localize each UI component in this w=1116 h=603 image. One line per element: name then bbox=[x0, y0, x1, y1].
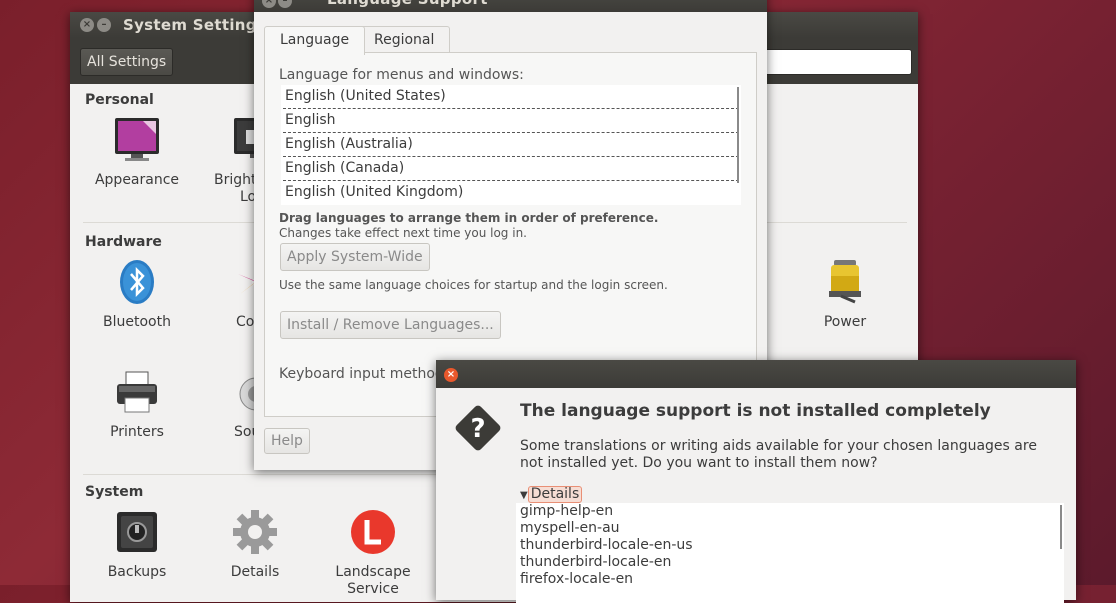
list-item[interactable]: English (United States) bbox=[283, 85, 739, 109]
dialog-title: The language support is not installed co… bbox=[520, 401, 991, 421]
appearance-icon bbox=[113, 116, 161, 164]
list-item[interactable]: English bbox=[283, 109, 739, 133]
bluetooth-icon bbox=[113, 258, 161, 306]
power-item[interactable]: Power bbox=[785, 258, 905, 331]
minimize-icon[interactable]: – bbox=[97, 18, 111, 32]
gear-icon bbox=[231, 508, 279, 556]
landscape-icon bbox=[349, 508, 397, 556]
list-item: gimp-help-en bbox=[520, 503, 614, 519]
question-icon: ? bbox=[454, 404, 502, 452]
scrollbar[interactable] bbox=[1060, 505, 1062, 549]
section-hardware: Hardware bbox=[85, 234, 162, 250]
bluetooth-item[interactable]: Bluetooth bbox=[77, 258, 197, 331]
help-button[interactable]: Help bbox=[264, 428, 310, 454]
sound-icon bbox=[232, 368, 256, 416]
all-settings-button[interactable]: All Settings bbox=[80, 48, 174, 76]
triangle-down-icon: ▼ bbox=[520, 490, 528, 501]
minimize-icon[interactable]: – bbox=[278, 0, 292, 8]
printers-item[interactable]: Printers bbox=[77, 368, 197, 441]
incomplete-language-support-dialog: × ? The language support is not installe… bbox=[436, 360, 1076, 603]
package-list: gimp-help-en myspell-en-au thunderbird-l… bbox=[516, 503, 1064, 603]
power-icon bbox=[821, 258, 869, 306]
svg-text:?: ? bbox=[470, 414, 485, 444]
details-expander[interactable]: ▼ Details bbox=[520, 486, 583, 503]
language-support-titlebar: × – Language Support bbox=[254, 0, 767, 12]
list-item[interactable]: English (Australia) bbox=[283, 133, 739, 157]
install-remove-languages-button[interactable]: Install / Remove Languages... bbox=[280, 311, 501, 339]
language-list[interactable]: English (United States) English English … bbox=[281, 85, 741, 205]
menus-label: Language for menus and windows: bbox=[279, 67, 524, 83]
close-icon[interactable]: × bbox=[444, 368, 458, 382]
list-item: myspell-en-au bbox=[520, 520, 620, 536]
apply-hint: Use the same language choices for startu… bbox=[279, 278, 668, 292]
section-personal: Personal bbox=[85, 92, 154, 108]
window-title: System Settings bbox=[123, 16, 267, 34]
tab-regional-formats[interactable]: Regional Formats bbox=[358, 26, 451, 74]
keyboard-input-label: Keyboard input method bbox=[279, 366, 444, 382]
details-item[interactable]: Details bbox=[195, 508, 315, 581]
list-item: thunderbird-locale-en bbox=[520, 554, 672, 570]
dialog-titlebar: × bbox=[436, 360, 1076, 388]
safe-icon bbox=[113, 508, 161, 556]
appearance-item[interactable]: Appearance bbox=[77, 116, 197, 189]
close-icon[interactable]: × bbox=[80, 18, 94, 32]
tab-language[interactable]: Language bbox=[264, 26, 366, 55]
list-item: thunderbird-locale-en-us bbox=[520, 537, 693, 553]
drag-hint: Drag languages to arrange them in order … bbox=[279, 211, 659, 225]
search-input[interactable] bbox=[760, 49, 912, 75]
list-item: firefox-locale-en bbox=[520, 571, 634, 587]
backups-item[interactable]: Backups bbox=[77, 508, 197, 581]
window-title: Language Support bbox=[327, 0, 488, 8]
apply-system-wide-button[interactable]: Apply System-Wide bbox=[280, 243, 430, 271]
scrollbar[interactable] bbox=[737, 87, 739, 183]
list-item[interactable]: English (Canada) bbox=[283, 157, 739, 181]
effect-hint: Changes take effect next time you log in… bbox=[279, 226, 527, 240]
close-icon[interactable]: × bbox=[262, 0, 276, 8]
printer-icon bbox=[113, 368, 161, 416]
list-item[interactable]: English (United Kingdom) bbox=[283, 181, 739, 204]
section-system: System bbox=[85, 484, 144, 500]
dialog-message: Some translations or writing aids availa… bbox=[520, 438, 1037, 471]
